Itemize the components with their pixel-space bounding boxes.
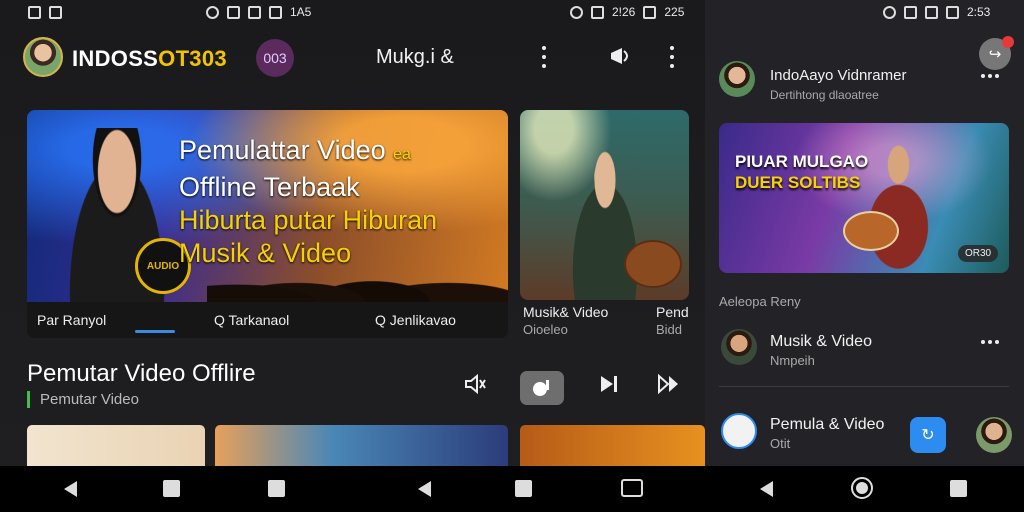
more-options-icon[interactable] <box>541 46 547 68</box>
mute-icon[interactable] <box>463 372 487 396</box>
recents-icon[interactable] <box>621 479 643 497</box>
megaphone-icon[interactable] <box>608 44 634 68</box>
vibrate-icon <box>591 5 604 19</box>
recents-icon[interactable] <box>268 480 285 497</box>
hero-card[interactable]: AUDIO Pemulattar Video ea Offline Terbaa… <box>27 110 508 338</box>
main-pane: 1A5 2!26 225 INDOSSOT303 003 Mukg.i & AU… <box>0 0 705 466</box>
channel-subtitle: Dertihtong dlaoatree <box>770 88 879 102</box>
home-icon[interactable] <box>851 477 873 499</box>
carousel-indicator <box>135 330 175 333</box>
alarm-icon <box>206 5 219 19</box>
video-thumbnail-1[interactable] <box>27 425 205 466</box>
side-card-subtitle-2: Bidd <box>656 322 683 337</box>
list-item-more-icon[interactable] <box>981 340 999 344</box>
vibrate-icon <box>904 5 917 19</box>
recents-icon[interactable] <box>950 480 967 497</box>
side-card-title: Musik& Video <box>523 304 609 320</box>
side-card-subtitle: Oioeleo <box>523 322 568 337</box>
hero-line-1: Pemulattar Video <box>179 135 386 165</box>
notification-dot <box>1002 36 1014 48</box>
list-item-app-icon[interactable] <box>721 413 757 449</box>
hero-caption-bar: Par Ranyol Q Tarkanaol Q Jenlikavao <box>27 302 508 338</box>
status-clock: 225 <box>664 5 685 19</box>
battery-icon <box>269 5 282 19</box>
hero-line-4: Musik & Video <box>179 238 352 268</box>
guitar-illustration <box>843 211 899 251</box>
list-item-subtitle: Nmpeih <box>770 353 815 368</box>
hero-line-1-badge: ea <box>393 146 411 163</box>
instrument-illustration <box>624 240 682 288</box>
app-bar: INDOSSOT303 003 Mukg.i & <box>0 24 705 90</box>
app-brand: INDOSSOT303 <box>72 46 227 71</box>
hero-caption-3[interactable]: Q Jenlikavao <box>375 312 456 328</box>
sim-icon <box>248 5 261 19</box>
avatar[interactable] <box>23 37 63 77</box>
home-icon[interactable] <box>163 480 180 497</box>
profile-pill[interactable]: 003 <box>256 39 294 77</box>
gallery-icon <box>28 5 41 19</box>
list-item-title[interactable]: Musik & Video <box>770 333 872 351</box>
channel-more-icon[interactable] <box>981 74 999 78</box>
side-card-title-2: Pend <box>656 304 689 320</box>
hero-text: Pemulattar Video ea Offline Terbaak Hibu… <box>179 134 499 270</box>
system-nav-bar <box>0 466 1024 512</box>
alarm-icon <box>883 5 896 19</box>
section-title: Pemutar Video Offlire <box>27 360 256 387</box>
home-icon[interactable] <box>515 480 532 497</box>
app-bar-title: Mukg.i & <box>376 46 454 68</box>
signal-icon <box>946 5 959 19</box>
divider <box>719 386 1009 387</box>
status-bar-panel: 2:53 <box>883 0 990 24</box>
hero-line-2: Offline Terbaak <box>179 172 360 202</box>
side-video-card[interactable] <box>520 110 689 300</box>
panel-section-label: Aeleopa Reny <box>719 294 801 309</box>
back-icon[interactable] <box>64 481 77 497</box>
section-subtitle: Pemutar Video <box>27 391 139 408</box>
refresh-icon[interactable]: ↻ <box>910 417 946 453</box>
fast-forward-icon[interactable] <box>657 372 681 396</box>
wifi-icon <box>925 5 938 19</box>
duration-badge: OR30 <box>958 245 999 262</box>
featured-line-1: PIUAR MULGAO <box>735 152 869 171</box>
list-item-subtitle: Otit <box>770 436 791 451</box>
back-icon[interactable] <box>418 481 431 497</box>
play-pause-button[interactable] <box>520 371 564 405</box>
back-icon[interactable] <box>760 481 773 497</box>
skip-next-icon[interactable] <box>597 372 621 396</box>
app-icon <box>49 5 62 19</box>
channel-title: IndoAayo Vidnramer <box>770 67 907 84</box>
featured-line-2: DUER SOLTIBS <box>735 173 861 192</box>
status-bar-left <box>28 0 70 24</box>
featured-card-text: PIUAR MULGAO DUER SOLTIBS <box>735 151 868 193</box>
video-thumbnail-2[interactable] <box>215 425 508 466</box>
video-thumbnail-3[interactable] <box>520 425 705 466</box>
status-time-2: 2!26 <box>612 5 636 19</box>
overflow-menu-icon[interactable] <box>669 46 675 68</box>
list-item-avatar[interactable] <box>721 329 757 365</box>
battery-icon <box>643 5 657 19</box>
alarm-icon <box>570 5 583 19</box>
list-item-title[interactable]: Pemula & Video <box>770 416 884 434</box>
hero-caption-1[interactable]: Par Ranyol <box>37 312 106 328</box>
vibrate-icon <box>227 5 240 19</box>
hero-line-3: Hiburta putar Hiburan <box>179 205 438 235</box>
status-bar-right: 2!26 225 <box>570 0 684 24</box>
status-bar-center: 1A5 <box>206 0 311 24</box>
channel-avatar[interactable] <box>719 61 755 97</box>
user-avatar[interactable] <box>976 417 1012 453</box>
status-time: 1A5 <box>290 5 312 19</box>
hero-image: AUDIO Pemulattar Video ea Offline Terbaa… <box>27 110 508 302</box>
panel-status-time: 2:53 <box>967 5 991 19</box>
hero-caption-2[interactable]: Q Tarkanaol <box>214 312 289 328</box>
